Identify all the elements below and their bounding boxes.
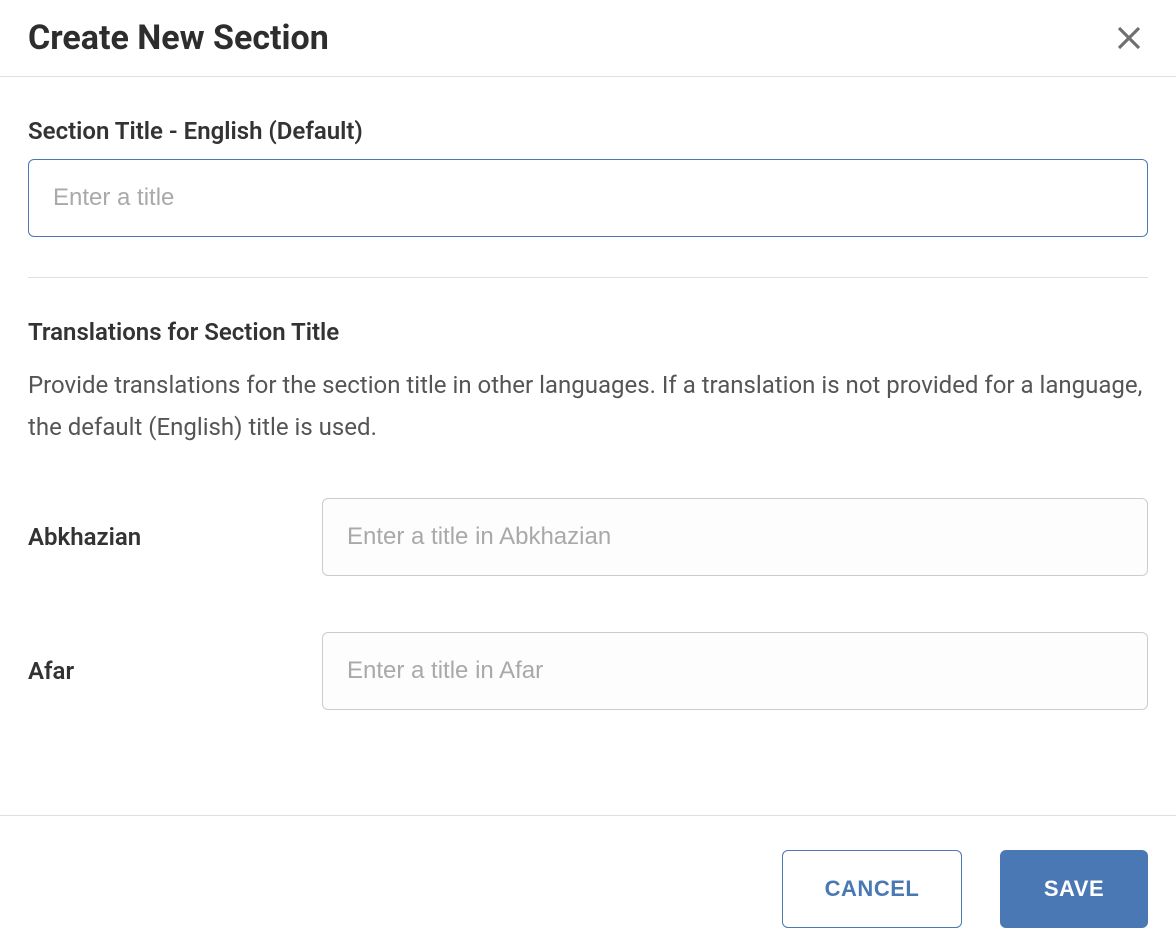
dialog-body: Section Title - English (Default) Transl…: [0, 77, 1176, 815]
divider: [28, 277, 1148, 278]
translation-input-afar[interactable]: [322, 632, 1148, 710]
section-title-input[interactable]: [28, 159, 1148, 237]
translations-heading: Translations for Section Title: [28, 318, 1148, 346]
translation-input-abkhazian[interactable]: [322, 498, 1148, 576]
translation-language-label: Abkhazian: [28, 523, 322, 551]
translation-row-afar: Afar: [28, 632, 1148, 710]
close-button[interactable]: [1110, 19, 1148, 57]
save-button[interactable]: SAVE: [1000, 850, 1148, 928]
close-icon: [1114, 23, 1144, 53]
translation-language-label: Afar: [28, 657, 322, 685]
dialog-header: Create New Section: [0, 0, 1176, 77]
create-section-dialog: Create New Section Section Title - Engli…: [0, 0, 1176, 946]
translations-section: Translations for Section Title Provide t…: [28, 318, 1148, 710]
translation-row-abkhazian: Abkhazian: [28, 498, 1148, 576]
translations-description: Provide translations for the section tit…: [28, 364, 1148, 448]
dialog-title: Create New Section: [28, 18, 329, 58]
section-title-field: Section Title - English (Default): [28, 117, 1148, 237]
cancel-button[interactable]: CANCEL: [782, 850, 962, 928]
section-title-label: Section Title - English (Default): [28, 117, 1148, 145]
dialog-footer: CANCEL SAVE: [0, 815, 1176, 946]
